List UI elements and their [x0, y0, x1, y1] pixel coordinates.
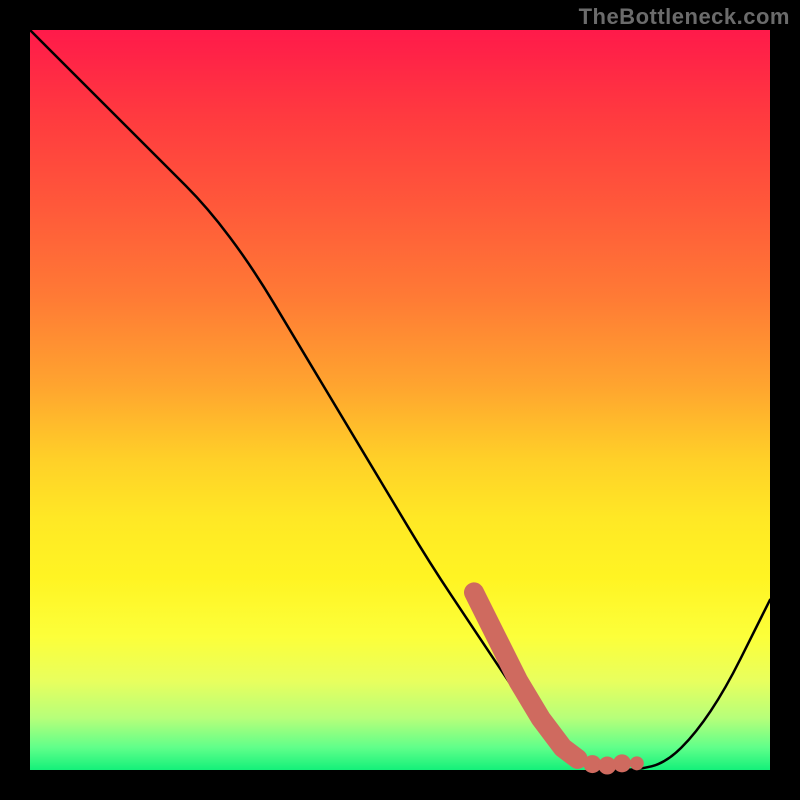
- plot-area: [30, 30, 770, 770]
- chart-svg: [30, 30, 770, 770]
- highlight-steep-stroke: [474, 592, 578, 759]
- watermark-text: TheBottleneck.com: [579, 4, 790, 30]
- highlight-overlay: [474, 592, 644, 774]
- bottleneck-curve-line: [30, 30, 770, 770]
- highlight-dot: [630, 756, 644, 770]
- chart-frame: TheBottleneck.com: [0, 0, 800, 800]
- highlight-dot: [613, 754, 631, 772]
